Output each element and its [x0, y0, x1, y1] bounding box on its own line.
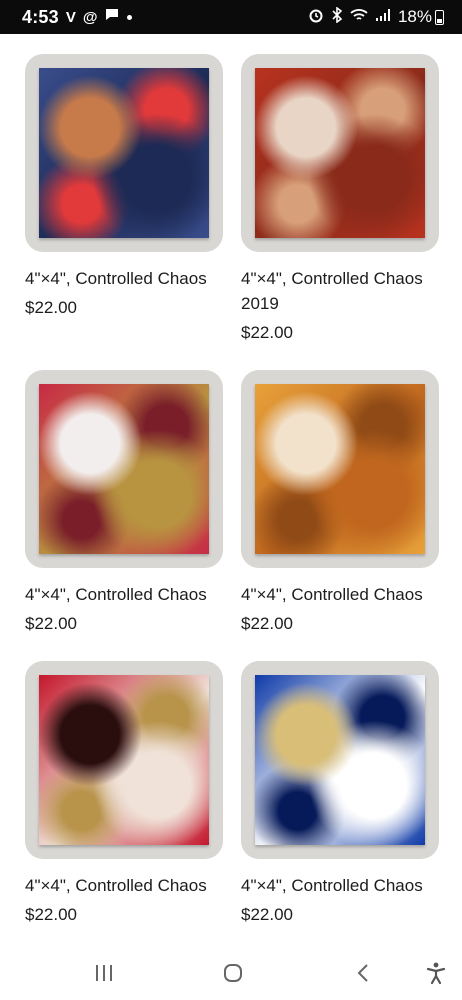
alarm-icon — [308, 7, 324, 28]
product-title[interactable]: 4"×4", Controlled Chaos — [25, 266, 223, 291]
product-card[interactable]: 4"×4", Controlled Chaos 2019 $22.00 — [241, 54, 439, 344]
status-right: 18% — [308, 5, 444, 28]
status-left: 4:53 V @ — [22, 6, 133, 28]
threads-icon: @ — [82, 8, 98, 26]
recent-apps-icon[interactable] — [89, 958, 119, 988]
accessibility-icon[interactable] — [421, 958, 451, 988]
dot-icon — [127, 14, 133, 20]
status-time: 4:53 — [22, 6, 59, 27]
navigation-bar — [0, 946, 462, 1000]
wifi-icon — [350, 7, 368, 27]
product-image-frame[interactable] — [241, 370, 439, 568]
product-card[interactable]: 4"×4", Controlled Chaos $22.00 — [241, 661, 439, 926]
product-painting[interactable] — [39, 68, 209, 238]
status-bar: 4:53 V @ 18% — [0, 0, 462, 34]
product-price: $22.00 — [25, 298, 77, 317]
product-painting[interactable] — [255, 675, 425, 845]
product-price: $22.00 — [25, 614, 77, 633]
battery: 18% — [398, 7, 444, 27]
product-image-frame[interactable] — [25, 661, 223, 859]
product-title[interactable]: 4"×4", Controlled Chaos — [25, 873, 223, 898]
product-title[interactable]: 4"×4", Controlled Chaos — [25, 582, 223, 607]
product-price: $22.00 — [241, 614, 293, 633]
product-price: $22.00 — [241, 323, 293, 342]
battery-level: 18% — [397, 7, 432, 26]
product-image-frame[interactable] — [25, 54, 223, 252]
v-icon: V — [65, 8, 76, 26]
product-title[interactable]: 4"×4", Controlled Chaos — [241, 582, 439, 607]
signal-icon — [375, 7, 391, 27]
battery-icon — [435, 9, 444, 25]
messages-icon — [104, 7, 120, 27]
product-image-frame[interactable] — [241, 54, 439, 252]
product-price: $22.00 — [25, 905, 77, 924]
product-card[interactable]: 4"×4", Controlled Chaos $22.00 — [25, 661, 223, 926]
product-card[interactable]: 4"×4", Controlled Chaos $22.00 — [25, 54, 223, 319]
product-title[interactable]: 4"×4", Controlled Chaos 2019 — [241, 266, 439, 316]
bluetooth-icon — [331, 5, 343, 28]
product-card[interactable]: 4"×4", Controlled Chaos $22.00 — [25, 370, 223, 635]
product-painting[interactable] — [39, 675, 209, 845]
product-painting[interactable] — [255, 384, 425, 554]
product-title[interactable]: 4"×4", Controlled Chaos — [241, 873, 439, 898]
home-icon[interactable] — [218, 958, 248, 988]
product-image-frame[interactable] — [241, 661, 439, 859]
product-card[interactable]: 4"×4", Controlled Chaos $22.00 — [241, 370, 439, 635]
product-price: $22.00 — [241, 905, 293, 924]
product-image-frame[interactable] — [25, 370, 223, 568]
back-icon[interactable] — [348, 958, 378, 988]
product-painting[interactable] — [255, 68, 425, 238]
product-painting[interactable] — [39, 384, 209, 554]
